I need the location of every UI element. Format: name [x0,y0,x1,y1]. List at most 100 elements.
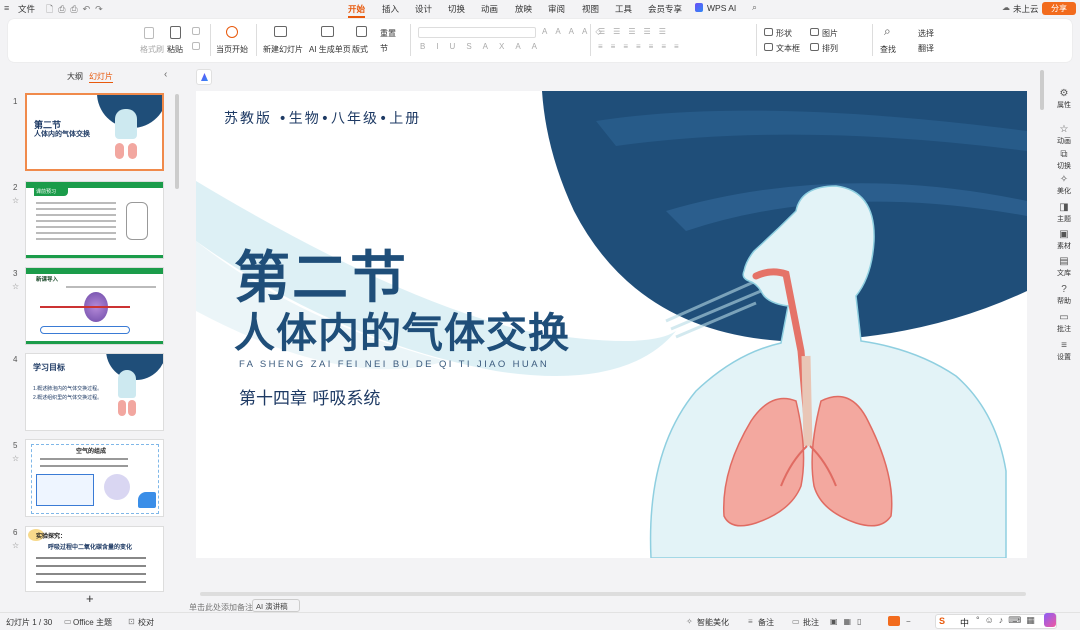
comments-button[interactable]: 批注 [803,617,819,628]
comment-icon: ▭ [1059,312,1069,323]
new-slide-icon [274,26,287,37]
slide-header: 苏教版 •生物•八年级•上册 [224,111,422,127]
properties-panel-button[interactable]: ⚙ 属性 [1048,88,1080,110]
comments-panel-button[interactable]: ▭ 批注 [1048,312,1080,334]
slide-number: 3 [13,269,18,278]
tab-animation[interactable]: 动画 [481,3,498,15]
slide-thumbnail-1[interactable]: 第二节 人体内的气体交换 [25,93,164,171]
select-button[interactable]: 选择 [918,28,934,39]
slide-star-icon[interactable]: ☆ [12,196,19,205]
section-button[interactable]: 节 [380,43,388,54]
slide-star-icon[interactable]: ☆ [12,541,19,550]
find-button[interactable]: 查找 [880,44,896,55]
slide-star-icon[interactable]: ☆ [12,282,19,291]
reset-button[interactable]: 重置 [380,28,396,39]
thumb4-line2: 2.概述组织里的气体交换过程。 [33,395,103,401]
tab-home[interactable]: 开始 [348,3,366,18]
tab-slides[interactable]: 幻灯片 [89,71,113,83]
settings-panel-button[interactable]: ≡ 设置 [1048,340,1080,362]
comments-icon: ▭ [792,617,800,626]
tab-member[interactable]: 会员专享 [648,3,682,15]
shape-button[interactable]: 形状 [776,28,792,39]
tab-tools[interactable]: 工具 [615,3,632,15]
layout-button[interactable]: 版式 [352,44,368,55]
slide-counter: 幻灯片 1 / 30 [6,618,53,627]
shape-icon [764,28,773,36]
theme-panel-button[interactable]: ◨ 主题 [1048,202,1080,224]
library-panel-button[interactable]: ▤ 文库 [1048,256,1080,278]
ai-script-button[interactable]: AI 演讲稿 [252,599,300,612]
thumb4-title: 学习目标 [33,363,65,372]
vertical-scrollbar[interactable] [1040,70,1044,110]
animation-panel-button[interactable]: ☆ 动画 [1048,124,1080,146]
search-icon[interactable]: ⌕ [752,2,757,13]
slide-canvas[interactable]: 苏教版 •生物•八年级•上册 第二节 人体内的气体交换 FA SHENG ZAI… [196,91,1027,558]
notes-icon: ≡ [748,617,753,626]
rightbar-label: 属性 [1057,102,1071,109]
slide-thumbnail-5[interactable]: 空气的组成 [25,439,164,517]
slideshow-button[interactable] [888,616,900,626]
new-slide-button[interactable]: 新建幻灯片 [263,44,303,55]
ai-generate-button[interactable]: AI 生成单页 [309,44,351,55]
share-button[interactable]: 分享 [1042,2,1076,15]
tab-insert[interactable]: 插入 [382,3,399,15]
picture-button[interactable]: 图片 [822,28,838,39]
thumb2-title: 课前预习 [36,189,57,195]
help-panel-button[interactable]: ? 帮助 [1048,284,1080,306]
slide-thumbnail-3[interactable]: 新课导入 [25,267,164,345]
rightbar-label: 美化 [1057,188,1071,195]
ime-language[interactable]: 中 [960,616,969,629]
picture-icon [810,28,819,36]
tab-review[interactable]: 审阅 [548,3,565,15]
add-slide-icon[interactable]: + [86,591,94,606]
tab-design[interactable]: 设计 [415,3,432,15]
app-menu-icon[interactable]: ≡ [4,3,9,13]
slide-title-main: 人体内的气体交换 [234,309,570,357]
file-menu[interactable]: 文件 [18,3,35,15]
slide-star-icon[interactable]: ☆ [12,454,19,463]
textbox-button[interactable]: 文本框 [776,43,800,54]
paste-button[interactable]: 粘贴 [167,44,183,55]
collapse-panel-icon[interactable]: ‹ [164,69,167,80]
arrange-button[interactable]: 排列 [822,43,838,54]
font-family-select[interactable] [418,27,536,38]
align-buttons[interactable]: ≡≡≡≡≡≡≡ [598,42,687,51]
ime-toolbar[interactable]: S 中 °☺♪⌨▦ [935,614,1057,629]
assistant-icon[interactable] [1044,613,1056,627]
tab-transition[interactable]: 切换 [448,3,465,15]
thumb4-line1: 1.概述肺泡内的气体交换过程。 [33,386,103,392]
transition-panel-button[interactable]: ⧉ 切换 [1048,149,1080,171]
ai-assistant-icon[interactable] [196,69,212,85]
font-style-buttons[interactable]: BIUSAXAA [420,42,548,51]
format-painter-button[interactable]: 格式刷 [140,44,164,55]
tab-slideshow[interactable]: 放映 [515,3,532,15]
slide-thumbnail-2[interactable]: 课前预习 [25,181,164,259]
translate-button[interactable]: 翻译 [918,43,934,54]
play-from-current-button[interactable]: 当页开始 [216,44,248,55]
rightbar-label: 帮助 [1057,298,1071,305]
smart-beautify-button[interactable]: 智能美化 [697,617,729,628]
slide-chapter: 第十四章 呼吸系统 [239,389,381,409]
assets-panel-button[interactable]: ▣ 素材 [1048,229,1080,251]
wps-ai-tab[interactable]: WPS AI [707,3,736,13]
notes-button[interactable]: 备注 [758,617,774,628]
beautify-panel-button[interactable]: ✧ 美化 [1048,174,1080,196]
slide-thumbnail-6[interactable]: 实验探究： 呼吸过程中二氧化碳含量的变化 [25,526,164,592]
view-mode-buttons[interactable]: ▣▦▯ [830,617,868,626]
tab-view[interactable]: 视图 [582,3,599,15]
slide-thumbnail-4[interactable]: 学习目标 1.概述肺泡内的气体交换过程。 2.概述组织里的气体交换过程。 [25,353,164,431]
rightbar-label: 素材 [1057,243,1071,250]
smart-beautify-icon: ✧ [686,617,693,626]
cloud-status[interactable]: 未上云 [1013,3,1039,15]
quick-access-icons[interactable]: 🗋⎙⎙↶↷ [46,2,108,18]
paragraph-buttons[interactable]: ☰☰☰☰☰ [598,27,674,36]
cut-icon [192,27,200,35]
format-painter-icon [144,27,154,39]
horizontal-scrollbar[interactable] [200,592,1026,596]
zoom-out-icon[interactable]: − [906,617,911,626]
proofread-button[interactable]: 校对 [138,617,154,628]
tab-outline[interactable]: 大纲 [67,71,83,82]
panel-scrollbar[interactable] [175,94,179,189]
theme-name[interactable]: Office 主题 [73,617,112,628]
ime-tool-icons[interactable]: °☺♪⌨▦ [976,615,1040,626]
